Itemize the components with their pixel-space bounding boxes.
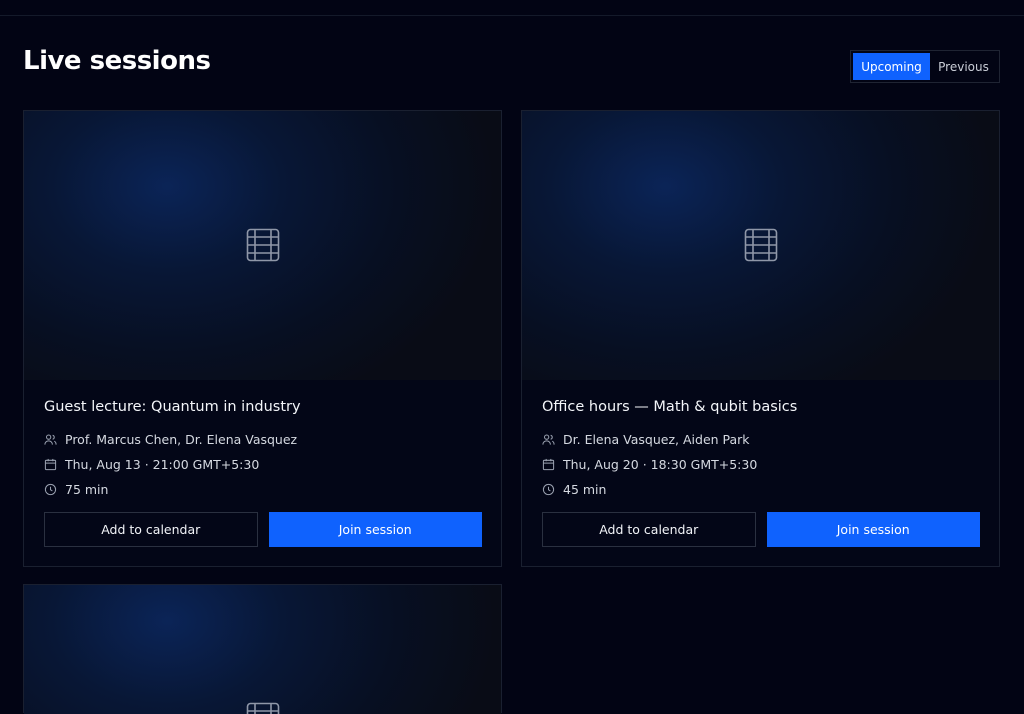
session-card: Guest lecture: Quantum in industry Prof.… [23, 110, 502, 567]
film-icon [246, 228, 280, 262]
session-thumbnail [522, 111, 999, 380]
session-hosts: Prof. Marcus Chen, Dr. Elena Vasquez [44, 427, 482, 452]
session-card [23, 584, 502, 713]
join-session-button[interactable]: Join session [767, 512, 981, 547]
join-session-button[interactable]: Join session [269, 512, 483, 547]
session-duration-text: 45 min [563, 482, 606, 497]
page-title: Live sessions [23, 46, 210, 76]
film-icon [246, 702, 280, 714]
session-datetime-text: Thu, Aug 20 · 18:30 GMT+5:30 [563, 457, 757, 472]
session-duration: 75 min [44, 477, 482, 502]
session-hosts-text: Prof. Marcus Chen, Dr. Elena Vasquez [65, 432, 297, 447]
session-datetime-text: Thu, Aug 13 · 21:00 GMT+5:30 [65, 457, 259, 472]
session-title: Office hours — Math & qubit basics [542, 399, 980, 415]
film-icon [744, 228, 778, 262]
session-duration: 45 min [542, 477, 980, 502]
session-hosts: Dr. Elena Vasquez, Aiden Park [542, 427, 980, 452]
clock-icon [542, 483, 555, 496]
session-card: Office hours — Math & qubit basics Dr. E… [521, 110, 1000, 567]
session-title: Guest lecture: Quantum in industry [44, 399, 482, 415]
filter-previous-button[interactable]: Previous [930, 53, 997, 80]
session-datetime: Thu, Aug 20 · 18:30 GMT+5:30 [542, 452, 980, 477]
session-thumbnail [24, 111, 501, 380]
users-icon [44, 433, 57, 446]
session-thumbnail [24, 585, 501, 714]
calendar-icon [542, 458, 555, 471]
session-datetime: Thu, Aug 13 · 21:00 GMT+5:30 [44, 452, 482, 477]
session-filter: Upcoming Previous [850, 50, 1000, 83]
add-to-calendar-button[interactable]: Add to calendar [542, 512, 756, 547]
top-bar-divider [0, 0, 1024, 16]
clock-icon [44, 483, 57, 496]
session-hosts-text: Dr. Elena Vasquez, Aiden Park [563, 432, 750, 447]
filter-upcoming-button[interactable]: Upcoming [853, 53, 930, 80]
calendar-icon [44, 458, 57, 471]
add-to-calendar-button[interactable]: Add to calendar [44, 512, 258, 547]
users-icon [542, 433, 555, 446]
session-duration-text: 75 min [65, 482, 108, 497]
